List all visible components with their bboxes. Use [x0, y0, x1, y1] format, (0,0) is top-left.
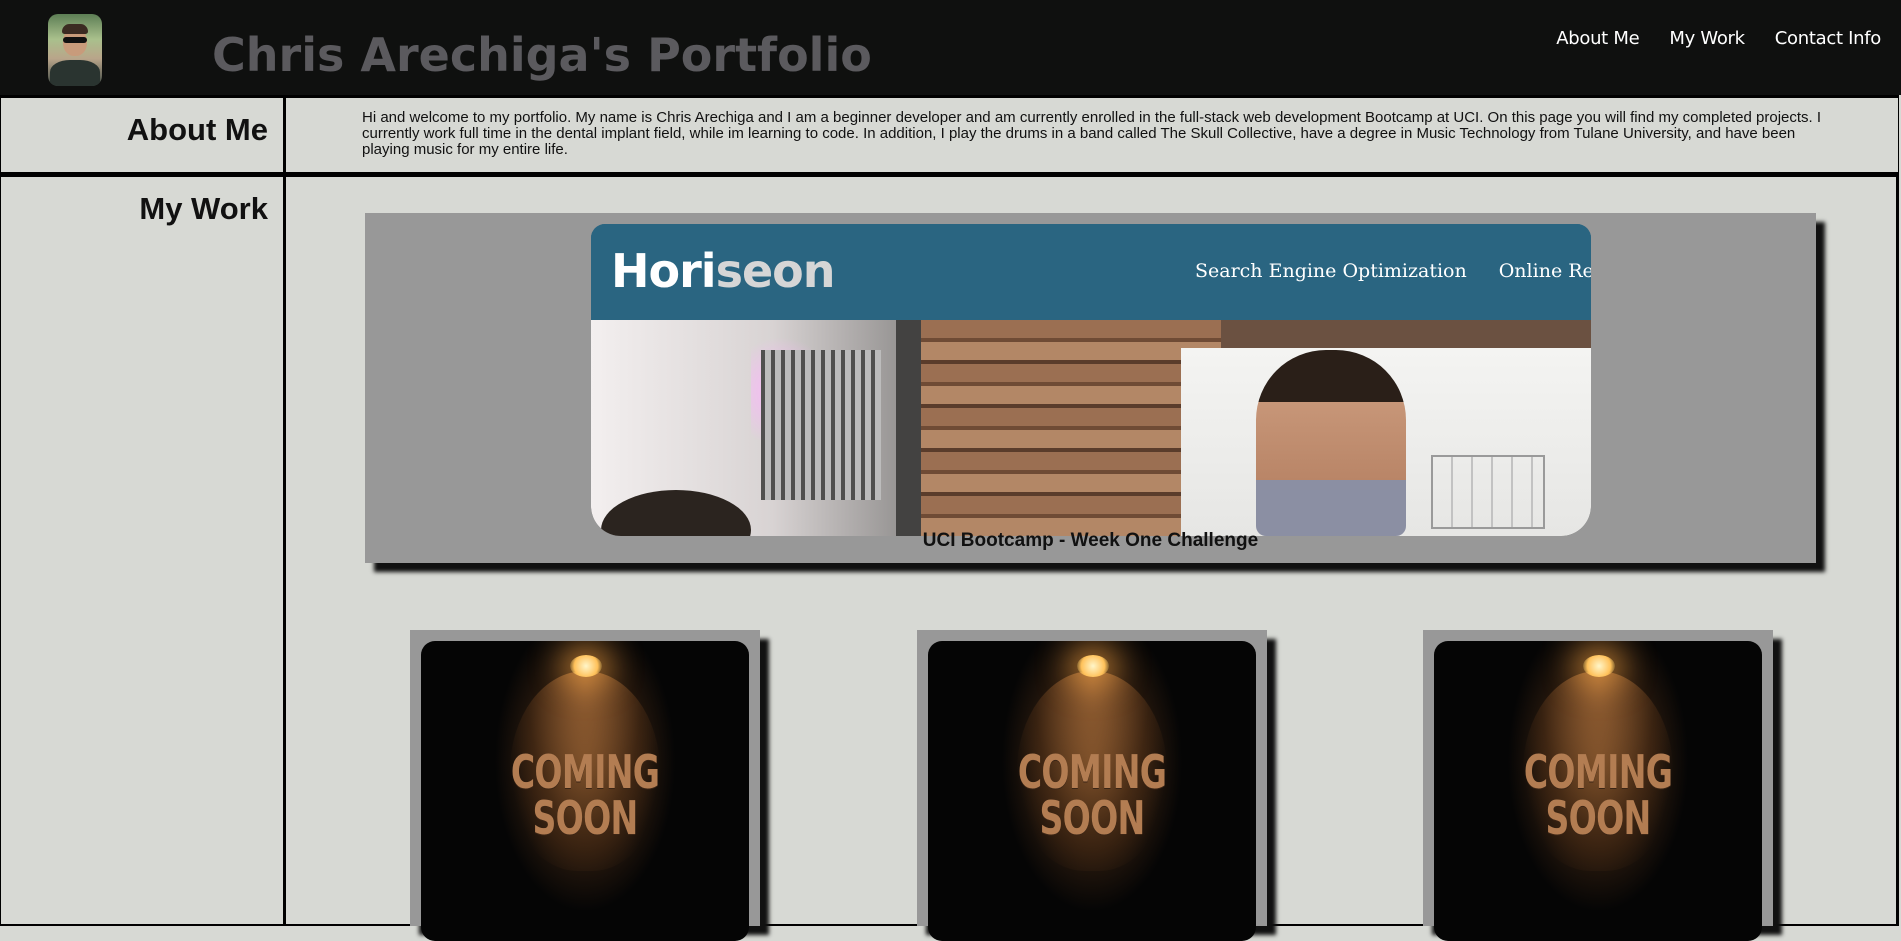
coming-soon-card-3[interactable]: COMING SOON	[1423, 630, 1773, 941]
section-divider	[283, 98, 286, 926]
work-heading: My Work	[139, 191, 268, 226]
main-nav: About Me My Work Contact Info	[1556, 28, 1881, 49]
horiseon-logo: Horiseon	[611, 244, 835, 298]
horiseon-nav: Search Engine Optimization Online Reputa…	[1195, 260, 1591, 282]
coming-soon-poster: COMING SOON	[421, 641, 749, 941]
site-title: Chris Arechiga's Portfolio	[212, 28, 872, 82]
hero-window-frame	[896, 320, 921, 536]
about-text: Hi and welcome to my portfolio. My name …	[362, 109, 1822, 158]
hero-blinds	[761, 350, 881, 500]
hero-wireframe-sketch	[1431, 455, 1545, 529]
site-header: Chris Arechiga's Portfolio About Me My W…	[0, 0, 1901, 95]
featured-project-caption[interactable]: UCI Bootcamp - Week One Challenge	[365, 530, 1816, 552]
horiseon-logo-accent: seon	[715, 244, 836, 298]
featured-project-card[interactable]: Horiseon Search Engine Optimization Onli…	[365, 213, 1816, 563]
hero-wood-wall	[921, 320, 1221, 536]
avatar	[48, 14, 102, 86]
nav-link-contact-info[interactable]: Contact Info	[1775, 28, 1882, 49]
coming-soon-text: COMING SOON	[1017, 745, 1167, 845]
nav-link-about-me[interactable]: About Me	[1556, 28, 1639, 49]
spotlight-icon	[1583, 655, 1615, 677]
coming-soon-text: COMING SOON	[1523, 745, 1673, 845]
coming-soon-card-2[interactable]: COMING SOON	[917, 630, 1267, 941]
spotlight-icon	[1077, 655, 1109, 677]
about-heading: About Me	[126, 112, 268, 147]
horiseon-nav-seo: Search Engine Optimization	[1195, 260, 1467, 282]
horiseon-nav-reputation: Online Reputation	[1498, 260, 1591, 282]
horiseon-header: Horiseon Search Engine Optimization Onli…	[591, 224, 1591, 320]
hero-person	[1256, 350, 1406, 536]
coming-soon-poster: COMING SOON	[1434, 641, 1762, 941]
coming-soon-text: COMING SOON	[510, 745, 660, 845]
coming-soon-poster: COMING SOON	[928, 641, 1256, 941]
coming-soon-card-1[interactable]: COMING SOON	[410, 630, 760, 941]
horiseon-logo-main: Hori	[611, 244, 717, 298]
avatar-sunglasses	[63, 37, 87, 43]
horiseon-screenshot[interactable]: Horiseon Search Engine Optimization Onli…	[591, 224, 1591, 536]
avatar-hair	[62, 24, 88, 34]
horiseon-hero-image	[591, 320, 1591, 536]
avatar-shirt	[50, 60, 100, 86]
nav-link-my-work[interactable]: My Work	[1669, 28, 1745, 49]
spotlight-icon	[570, 655, 602, 677]
